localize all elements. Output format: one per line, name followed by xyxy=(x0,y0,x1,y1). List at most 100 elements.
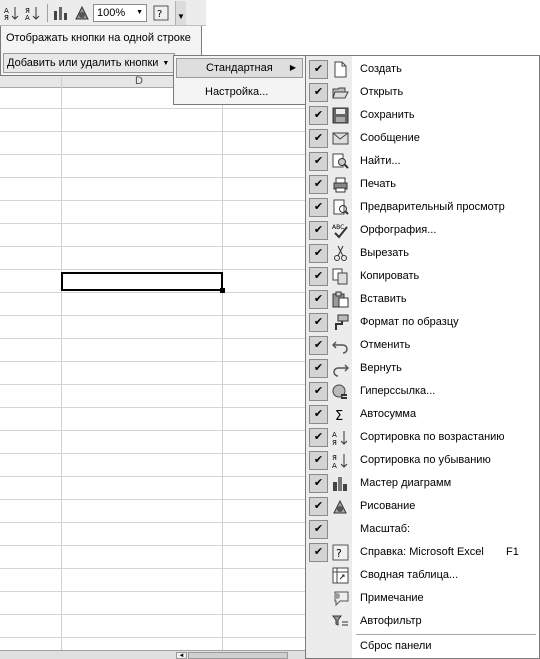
checkmark-icon[interactable]: ✔ xyxy=(309,359,328,378)
command-item[interactable]: ✔ Σ Автосумма xyxy=(306,403,539,426)
command-label: Автофильтр xyxy=(360,615,422,627)
row-gridline xyxy=(0,246,305,247)
command-item[interactable]: ✔ Я А Сортировка по убыванию xyxy=(306,449,539,472)
svg-text:Σ: Σ xyxy=(335,409,343,423)
checkmark-icon[interactable]: ✔ xyxy=(309,313,328,332)
scrollbar-thumb[interactable] xyxy=(188,652,288,659)
row-gridline xyxy=(0,315,305,316)
command-item[interactable]: ✔ Отменить xyxy=(306,334,539,357)
command-item[interactable]: ✔ Сохранить xyxy=(306,104,539,127)
checkmark-icon[interactable]: ✔ xyxy=(309,405,328,424)
worksheet-grid[interactable]: D xyxy=(0,76,305,650)
command-item[interactable]: ✔ Копировать xyxy=(306,265,539,288)
checkmark-icon[interactable]: ✔ xyxy=(309,198,328,217)
row-gridline xyxy=(0,568,305,569)
command-item[interactable]: ✔? Справка: Microsoft Excel F1 xyxy=(306,541,539,564)
toolbar-options-button[interactable]: ▼ xyxy=(175,0,186,25)
checkmark-icon[interactable]: ✔ xyxy=(309,290,328,309)
command-item[interactable]: ✔ Печать xyxy=(306,173,539,196)
horizontal-scrollbar[interactable]: ◄ xyxy=(0,650,305,659)
customize-item[interactable]: Настройка... xyxy=(176,82,303,102)
toolbar-options-menu: Отображать кнопки на одной строке Добави… xyxy=(0,26,202,76)
help-button[interactable]: ? xyxy=(151,3,171,23)
command-label: Вырезать xyxy=(360,247,409,259)
svg-text:Я: Я xyxy=(332,439,337,446)
command-item[interactable]: ✔ Сообщение xyxy=(306,127,539,150)
sort-descending-button[interactable]: ЯА xyxy=(23,3,43,23)
command-item[interactable]: ✔ Открыть xyxy=(306,81,539,104)
svg-text:А: А xyxy=(332,462,337,469)
drawing-button[interactable] xyxy=(72,3,92,23)
show-buttons-one-row-item[interactable]: Отображать кнопки на одной строке xyxy=(3,28,199,48)
checkmark-icon[interactable]: ✔ xyxy=(309,83,328,102)
column-header-d[interactable]: D xyxy=(135,76,143,87)
command-label: Копировать xyxy=(360,270,420,282)
checkmark-icon[interactable]: ✔ xyxy=(309,451,328,470)
command-item[interactable]: ✔ Гиперссылка... xyxy=(306,380,539,403)
command-label: Сортировка по возрастанию xyxy=(360,431,505,443)
command-item[interactable]: ✔ Мастер диаграмм xyxy=(306,472,539,495)
command-item[interactable]: ✔ Формат по образцу xyxy=(306,311,539,334)
command-item[interactable]: ✔ ABC Орфография... xyxy=(306,219,539,242)
scroll-left-icon[interactable]: ◄ xyxy=(176,652,187,659)
checkmark-icon[interactable]: ✔ xyxy=(309,543,328,562)
sort-ascending-button[interactable]: АЯ xyxy=(2,3,22,23)
print-preview-icon xyxy=(333,199,349,215)
scissors-icon xyxy=(334,245,347,261)
command-label: Предварительный просмотр xyxy=(360,201,505,213)
command-item[interactable]: Автофильтр xyxy=(306,610,539,633)
row-gridline xyxy=(0,637,305,638)
standard-toolbar: АЯ ЯА 100% ▼ ? ▼ xyxy=(0,0,206,26)
zoom-dropdown[interactable]: 100% ▼ xyxy=(93,3,147,22)
command-item[interactable]: ✔ Вернуть xyxy=(306,357,539,380)
checkmark-icon[interactable]: ✔ xyxy=(309,497,328,516)
command-item[interactable]: ✔ Предварительный просмотр xyxy=(306,196,539,219)
find-icon xyxy=(332,153,349,169)
command-item[interactable]: ✔ Масштаб: xyxy=(306,518,539,541)
new-document-icon xyxy=(334,61,347,78)
svg-text:Я: Я xyxy=(4,14,9,21)
zoom-value: 100% xyxy=(97,6,126,19)
autosum-icon: Σ xyxy=(335,409,343,423)
save-disk-icon xyxy=(332,107,349,124)
undo-icon xyxy=(332,341,348,354)
checkmark-icon[interactable]: ✔ xyxy=(309,382,328,401)
command-label: Формат по образцу xyxy=(360,316,459,328)
checkmark-icon[interactable]: ✔ xyxy=(309,152,328,171)
chart-wizard-button[interactable] xyxy=(51,3,71,23)
checkmark-icon[interactable]: ✔ xyxy=(309,244,328,263)
checkmark-icon[interactable]: ✔ xyxy=(309,106,328,125)
command-label: Отменить xyxy=(360,339,411,351)
command-item[interactable]: ✔ Вырезать xyxy=(306,242,539,265)
checkmark-icon[interactable]: ✔ xyxy=(309,428,328,447)
checkmark-icon[interactable]: ✔ xyxy=(309,221,328,240)
standard-toolbar-item[interactable]: Стандартная ▶ xyxy=(176,58,303,78)
command-item[interactable]: ✔ Создать xyxy=(306,58,539,81)
menu-item-label: Настройка... xyxy=(205,86,269,98)
checkmark-icon[interactable]: ✔ xyxy=(309,129,328,148)
command-item[interactable]: Примечание xyxy=(306,587,539,610)
checkmark-icon[interactable]: ✔ xyxy=(309,60,328,79)
add-remove-buttons-item[interactable]: Добавить или удалить кнопки ▼ xyxy=(3,53,175,73)
sort-ascending-icon: АЯ xyxy=(332,431,348,446)
checkmark-icon[interactable]: ✔ xyxy=(309,175,328,194)
checkmark-icon[interactable]: ✔ xyxy=(309,474,328,493)
menu-item-label: Отображать кнопки на одной строке xyxy=(6,32,191,44)
reset-toolbar-item[interactable]: Сброс панели xyxy=(360,640,432,652)
command-label: Сохранить xyxy=(360,109,415,121)
command-item[interactable]: ✔ Найти... xyxy=(306,150,539,173)
active-cell[interactable] xyxy=(61,272,225,293)
checkmark-icon[interactable]: ✔ xyxy=(309,267,328,286)
checkmark-icon[interactable]: ✔ xyxy=(309,336,328,355)
row-gridline xyxy=(0,522,305,523)
checkmark-icon[interactable]: ✔ xyxy=(309,520,328,539)
command-item[interactable]: ✔ А Я Сортировка по возрастанию xyxy=(306,426,539,449)
command-item[interactable]: ✔ Рисование xyxy=(306,495,539,518)
column-gridline xyxy=(61,76,62,650)
menu-separator xyxy=(356,634,536,635)
command-label: Печать xyxy=(360,178,397,190)
command-item[interactable]: ✔ Вставить xyxy=(306,288,539,311)
command-label: Справка: Microsoft Excel xyxy=(360,546,484,558)
command-item[interactable]: Сводная таблица... xyxy=(306,564,539,587)
sort-ascending-icon: АЯ xyxy=(4,6,19,21)
